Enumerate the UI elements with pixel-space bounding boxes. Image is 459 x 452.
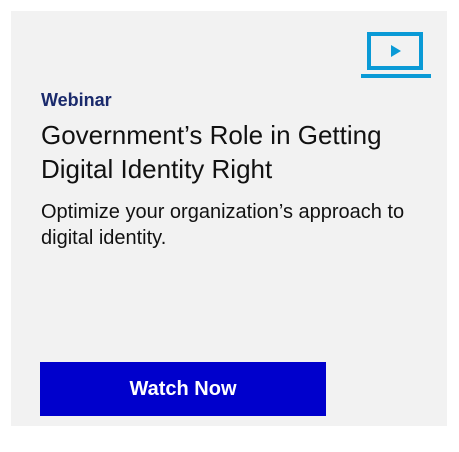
video-play-icon: [359, 32, 433, 80]
webinar-card: Webinar Government’s Role in Getting Dig…: [11, 11, 447, 426]
watch-now-button[interactable]: Watch Now: [40, 362, 326, 416]
content-type-label: Webinar: [41, 90, 112, 110]
webinar-description: Optimize your organization’s approach to…: [41, 201, 405, 249]
webinar-title: Government’s Role in Getting Digital Ide…: [41, 120, 382, 184]
